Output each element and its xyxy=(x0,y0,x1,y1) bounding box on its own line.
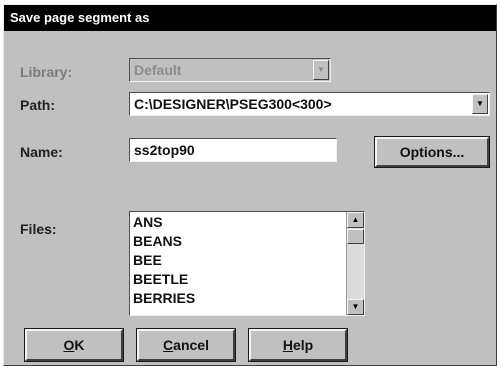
list-item[interactable]: BEETLE xyxy=(130,270,345,289)
options-button-label: Options... xyxy=(399,144,465,160)
name-label: Name: xyxy=(20,144,63,160)
arrow-up-icon[interactable]: ▲ xyxy=(347,212,364,228)
scroll-thumb[interactable] xyxy=(347,229,364,244)
files-label: Files: xyxy=(20,221,57,237)
cancel-mnemonic: C xyxy=(163,337,174,353)
help-mnemonic: H xyxy=(282,337,293,353)
dialog-title: Save page segment as xyxy=(4,5,496,31)
files-list: ANS BEANS BEE BEETLE BERRIES xyxy=(130,212,345,315)
list-item[interactable]: BEANS xyxy=(130,232,345,251)
chevron-down-icon: ▼ xyxy=(313,60,329,80)
chevron-down-icon[interactable]: ▼ xyxy=(472,94,488,114)
library-label: Library: xyxy=(20,64,73,80)
ok-label-rest: K xyxy=(74,337,85,353)
list-item[interactable]: BEE xyxy=(130,251,345,270)
files-scrollbar[interactable]: ▲ ▼ xyxy=(346,212,364,315)
library-value: Default xyxy=(134,62,182,78)
cancel-label-rest: ancel xyxy=(173,337,209,353)
ok-button[interactable]: OK xyxy=(24,328,124,362)
options-button[interactable]: Options... xyxy=(374,136,490,168)
path-label: Path: xyxy=(20,97,55,113)
arrow-down-icon[interactable]: ▼ xyxy=(347,299,364,315)
path-value: C:\DESIGNER\PSEG300<300> xyxy=(134,96,332,112)
path-dropdown[interactable]: C:\DESIGNER\PSEG300<300> ▼ xyxy=(129,92,490,116)
list-item[interactable]: BERRIES xyxy=(130,289,345,308)
files-listbox[interactable]: ANS BEANS BEE BEETLE BERRIES ▲ ▼ xyxy=(129,211,365,316)
list-item[interactable]: ANS xyxy=(130,213,345,232)
cancel-button[interactable]: Cancel xyxy=(136,328,236,362)
help-label-rest: elp xyxy=(292,337,314,353)
name-input[interactable]: ss2top90 xyxy=(129,138,337,162)
help-button[interactable]: Help xyxy=(248,328,348,362)
save-page-segment-dialog: Save page segment as Library: Default ▼ … xyxy=(3,4,497,366)
name-value: ss2top90 xyxy=(134,142,195,158)
ok-mnemonic: O xyxy=(63,337,75,353)
library-dropdown[interactable]: Default ▼ xyxy=(129,58,331,82)
